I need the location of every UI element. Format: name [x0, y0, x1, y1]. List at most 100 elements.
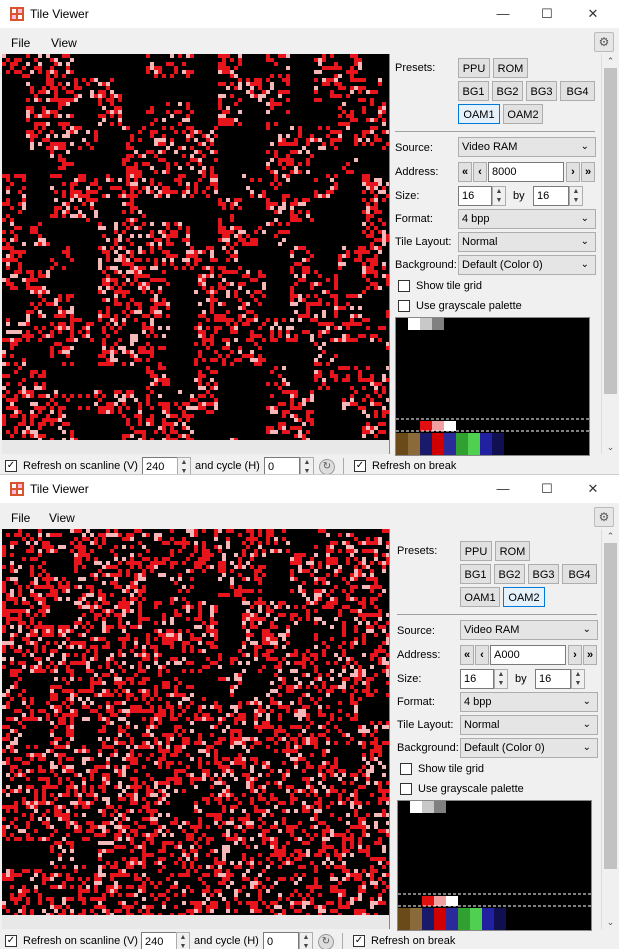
- vertical-scrollbar[interactable]: ⌃⌄: [601, 529, 619, 929]
- tile-layout-dropdown[interactable]: Normal⌄: [458, 232, 596, 252]
- menu-bar: File View ⚙: [0, 505, 619, 529]
- gear-icon[interactable]: ⚙: [594, 507, 614, 527]
- menu-file[interactable]: File: [11, 36, 30, 50]
- options-panel: Presets: PPU ROM BG1 BG2 BG3 BG4 OAM1 OA…: [392, 54, 600, 454]
- preset-bg4-button[interactable]: BG4: [562, 564, 597, 584]
- size-width-spinner[interactable]: ▲▼: [494, 669, 508, 689]
- cycle-spinner[interactable]: ▲▼: [300, 457, 314, 474]
- preset-ppu-button[interactable]: PPU: [458, 58, 490, 78]
- cycle-spinner[interactable]: ▲▼: [299, 932, 313, 949]
- preset-oam1-button[interactable]: OAM1: [460, 587, 500, 607]
- maximize-icon[interactable]: ☐: [525, 2, 569, 26]
- title-bar[interactable]: Tile Viewer — ☐ ✕: [0, 0, 619, 28]
- size-height-spinner[interactable]: ▲▼: [571, 669, 585, 689]
- size-height-spinner[interactable]: ▲▼: [569, 186, 583, 206]
- address-first-button[interactable]: «: [458, 162, 472, 182]
- scanline-spinner[interactable]: ▲▼: [177, 457, 191, 474]
- minimize-icon[interactable]: —: [481, 2, 525, 26]
- title-bar[interactable]: Tile Viewer — ☐ ✕: [0, 475, 619, 503]
- close-icon[interactable]: ✕: [571, 2, 615, 26]
- cycle-input[interactable]: 0: [264, 457, 300, 474]
- scrollbar-thumb[interactable]: [604, 68, 617, 394]
- palette-preview[interactable]: [397, 800, 592, 931]
- menu-file[interactable]: File: [11, 511, 30, 525]
- chevron-down-icon: ⌄: [583, 716, 591, 734]
- show-tile-grid-checkbox[interactable]: [398, 280, 410, 292]
- scroll-down-icon[interactable]: ⌄: [602, 440, 619, 454]
- palette-swatches: [398, 801, 591, 930]
- refresh-break-checkbox[interactable]: ✓: [354, 460, 366, 472]
- refresh-icon[interactable]: ↻: [318, 934, 334, 949]
- preset-ppu-button[interactable]: PPU: [460, 541, 492, 561]
- preset-oam2-button[interactable]: OAM2: [503, 104, 543, 124]
- address-prev-button[interactable]: ‹: [473, 162, 487, 182]
- preset-oam2-button[interactable]: OAM2: [503, 587, 545, 607]
- preset-bg4-button[interactable]: BG4: [560, 81, 595, 101]
- gear-icon[interactable]: ⚙: [594, 32, 614, 52]
- address-prev-button[interactable]: ‹: [475, 645, 489, 665]
- scroll-down-icon[interactable]: ⌄: [602, 915, 619, 929]
- preset-bg2-button[interactable]: BG2: [492, 81, 523, 101]
- vertical-scrollbar[interactable]: ⌃⌄: [601, 54, 619, 454]
- refresh-scanline-checkbox[interactable]: ✓: [5, 935, 17, 947]
- cycle-label: and cycle (H): [195, 460, 260, 472]
- preset-bg2-button[interactable]: BG2: [494, 564, 525, 584]
- grayscale-palette-checkbox[interactable]: [400, 783, 412, 795]
- scroll-up-icon[interactable]: ⌃: [602, 54, 619, 68]
- show-tile-grid-checkbox[interactable]: [400, 763, 412, 775]
- format-dropdown[interactable]: 4 bpp⌄: [458, 209, 596, 229]
- source-label: Source:: [397, 625, 435, 637]
- close-icon[interactable]: ✕: [571, 477, 615, 501]
- scroll-up-icon[interactable]: ⌃: [602, 529, 619, 543]
- address-last-button[interactable]: »: [581, 162, 595, 182]
- minimize-icon[interactable]: —: [481, 477, 525, 501]
- tile-canvas[interactable]: [2, 54, 390, 454]
- window-title: Tile Viewer: [30, 7, 89, 21]
- background-dropdown[interactable]: Default (Color 0)⌄: [458, 255, 596, 275]
- address-next-button[interactable]: ›: [568, 645, 582, 665]
- source-dropdown[interactable]: Video RAM⌄: [458, 137, 596, 157]
- preset-bg3-button[interactable]: BG3: [528, 564, 559, 584]
- scanline-input[interactable]: 240: [142, 457, 178, 474]
- palette-preview[interactable]: [395, 317, 590, 456]
- size-width-spinner[interactable]: ▲▼: [492, 186, 506, 206]
- preset-rom-button[interactable]: ROM: [495, 541, 530, 561]
- size-height-input[interactable]: 16: [533, 186, 569, 206]
- cycle-input[interactable]: 0: [263, 932, 299, 949]
- refresh-break-checkbox[interactable]: ✓: [353, 935, 365, 947]
- address-input[interactable]: A000: [490, 645, 566, 665]
- size-width-input[interactable]: 16: [458, 186, 492, 206]
- source-dropdown[interactable]: Video RAM⌄: [460, 620, 598, 640]
- scanline-spinner[interactable]: ▲▼: [176, 932, 190, 949]
- address-input[interactable]: 8000: [488, 162, 564, 182]
- scanline-input[interactable]: 240: [141, 932, 177, 949]
- format-dropdown[interactable]: 4 bpp⌄: [460, 692, 598, 712]
- menu-view[interactable]: View: [51, 36, 77, 50]
- size-height-input[interactable]: 16: [535, 669, 571, 689]
- maximize-icon[interactable]: ☐: [525, 477, 569, 501]
- size-width-input[interactable]: 16: [460, 669, 494, 689]
- chevron-down-icon: ⌄: [583, 739, 591, 757]
- scrollbar-thumb[interactable]: [604, 543, 617, 869]
- background-label: Background:: [397, 742, 459, 754]
- horizontal-scrollbar[interactable]: [2, 915, 389, 929]
- preset-bg1-button[interactable]: BG1: [458, 81, 489, 101]
- address-next-button[interactable]: ›: [566, 162, 580, 182]
- address-last-button[interactable]: »: [583, 645, 597, 665]
- preset-bg3-button[interactable]: BG3: [526, 81, 557, 101]
- menu-view[interactable]: View: [49, 511, 75, 525]
- menu-bar: File View ⚙: [0, 30, 619, 54]
- preset-oam1-button[interactable]: OAM1: [458, 104, 500, 124]
- preset-rom-button[interactable]: ROM: [493, 58, 528, 78]
- address-first-button[interactable]: «: [460, 645, 474, 665]
- tile-layout-dropdown[interactable]: Normal⌄: [460, 715, 598, 735]
- preset-bg1-button[interactable]: BG1: [460, 564, 491, 584]
- refresh-icon[interactable]: ↻: [319, 459, 335, 474]
- chevron-down-icon: ⌄: [583, 621, 591, 639]
- tile-canvas[interactable]: [2, 529, 390, 929]
- grayscale-palette-checkbox[interactable]: [398, 300, 410, 312]
- size-label: Size:: [395, 190, 419, 202]
- background-dropdown[interactable]: Default (Color 0)⌄: [460, 738, 598, 758]
- horizontal-scrollbar[interactable]: [2, 440, 389, 454]
- refresh-scanline-checkbox[interactable]: ✓: [5, 460, 17, 472]
